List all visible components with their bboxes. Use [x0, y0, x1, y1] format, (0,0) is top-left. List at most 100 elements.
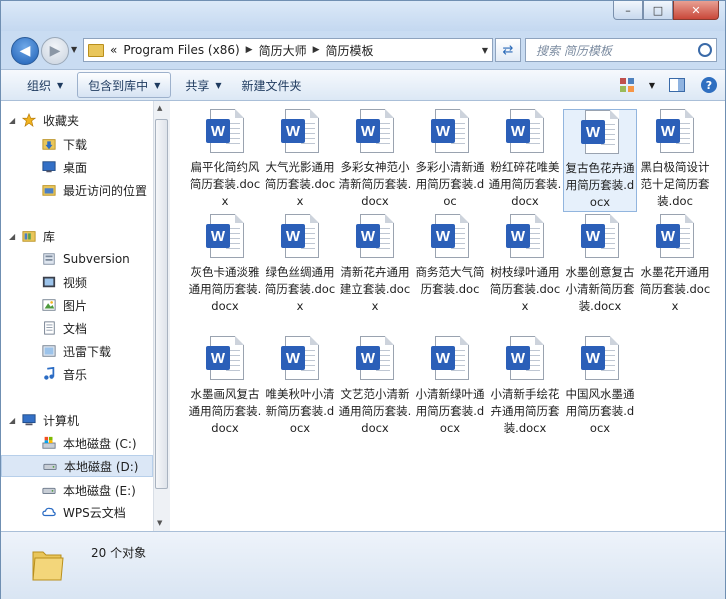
file-name: 多彩小清新通用简历套装.doc — [415, 160, 485, 208]
file-name: 黑白极简设计范十足简历套装.doc — [640, 160, 710, 208]
expand-icon[interactable]: ◢ — [9, 416, 21, 425]
sidebar-item-libraries[interactable]: ◢ 库 — [1, 225, 153, 247]
recent-pages-dropdown[interactable]: ▼ — [71, 45, 77, 54]
word-document-icon: W — [281, 109, 319, 153]
file-item[interactable]: W 清新花卉通用建立套装.docx — [338, 214, 412, 315]
file-item[interactable]: W 小清新绿叶通用简历套装.docx — [413, 336, 487, 437]
chevron-right-icon[interactable]: ▶ — [246, 45, 253, 55]
word-document-icon: W — [206, 214, 244, 258]
sidebar-item-desktop[interactable]: 桌面 — [1, 156, 153, 178]
chevron-right-icon[interactable]: ▶ — [313, 45, 320, 55]
sidebar-item-favorites[interactable]: ◢ 收藏夹 — [1, 109, 153, 131]
scroll-down-icon[interactable]: ▼ — [157, 519, 162, 527]
expand-icon[interactable]: ◢ — [9, 116, 21, 125]
file-name: 粉红碎花唯美通用简历套装.docx — [488, 160, 562, 208]
file-item[interactable]: W 多彩女神范小清新简历套装.docx — [338, 109, 412, 210]
sidebar-item-subversion[interactable]: Subversion — [1, 248, 153, 270]
file-item[interactable]: W 中国风水墨通用简历套装.docx — [563, 336, 637, 437]
organize-button[interactable]: 组织 ▼ — [1, 73, 73, 97]
breadcrumb-jianli-moban[interactable]: 简历模板 — [326, 42, 374, 59]
sidebar-item-pictures[interactable]: 图片 — [1, 294, 153, 316]
file-list: W 扁平化简约风简历套装.docx W 大气光影通用简历套装.docx W 多彩女神范小清… — [170, 101, 725, 531]
file-item[interactable]: W 灰色卡通淡雅通用简历套装.docx — [188, 214, 262, 315]
minimize-button[interactable]: – — [613, 1, 643, 20]
file-item[interactable]: W 复古色花卉通用简历套装.docx — [563, 109, 637, 212]
chevron-down-icon: ▼ — [57, 80, 64, 90]
file-name: 清新花卉通用建立套装.docx — [339, 265, 411, 313]
change-view-button[interactable] — [614, 74, 640, 96]
file-item[interactable]: W 水墨画风复古通用简历套装.docx — [188, 336, 262, 437]
include-library-label: 包含到库中 — [88, 78, 149, 93]
file-item[interactable]: W 黑白极简设计范十足简历套装.doc — [638, 109, 712, 210]
breadcrumb-jianli-dashi[interactable]: 简历大师 — [259, 42, 307, 59]
sidebar-item-videos[interactable]: 视频 — [1, 271, 153, 293]
address-bar[interactable]: « Program Files (x86) ▶ 简历大师 ▶ 简历模板 ▼ — [83, 38, 493, 62]
share-button[interactable]: 共享 ▼ — [175, 73, 231, 97]
sidebar-item-computer[interactable]: ◢ 计算机 — [1, 409, 153, 431]
sidebar-item-recent-places[interactable]: 最近访问的位置 — [1, 179, 153, 201]
sidebar-item-label: 音乐 — [63, 367, 88, 382]
scroll-up-icon[interactable]: ▲ — [157, 104, 162, 112]
system-drive-icon — [42, 436, 56, 449]
file-item[interactable]: W 扁平化简约风简历套装.docx — [188, 109, 262, 210]
sidebar-scrollbar[interactable]: ▲ ▼ — [153, 101, 170, 531]
forward-button[interactable]: ▶ — [41, 37, 69, 65]
view-icon — [620, 78, 634, 92]
sidebar-item-wps-cloud[interactable]: WPS云文档 — [1, 501, 153, 523]
file-item[interactable]: W 唯美秋叶小清新简历套装.docx — [263, 336, 337, 437]
word-document-icon: W — [431, 336, 469, 380]
file-item[interactable]: W 商务范大气简历套装.doc — [413, 214, 487, 298]
search-icon[interactable] — [698, 43, 712, 57]
preview-pane-icon — [669, 78, 685, 92]
file-item[interactable]: W 文艺范小清新通用简历套装.docx — [338, 336, 412, 437]
scrollbar-thumb[interactable] — [155, 119, 168, 489]
file-name: 水墨花开通用简历套装.docx — [639, 265, 711, 313]
file-item[interactable]: W 水墨花开通用简历套装.docx — [638, 214, 712, 315]
file-item[interactable]: W 绿色丝绸通用简历套装.docx — [263, 214, 337, 315]
sidebar-item-xunlei-downloads[interactable]: 迅雷下载 — [1, 340, 153, 362]
file-item[interactable]: W 树枝绿叶通用简历套装.docx — [488, 214, 562, 315]
sidebar-item-label: 桌面 — [63, 160, 88, 175]
cloud-icon — [42, 507, 56, 517]
file-name: 唯美秋叶小清新简历套装.docx — [265, 387, 335, 435]
help-icon: ? — [701, 77, 717, 93]
search-input[interactable]: 搜索 简历模板 — [525, 38, 717, 62]
title-bar: – □ ✕ — [1, 1, 725, 31]
maximize-button[interactable]: □ — [643, 1, 673, 20]
breadcrumb-program-files[interactable]: Program Files (x86) — [123, 43, 239, 57]
file-item[interactable]: W 水墨创意复古小清新简历套装.docx — [563, 214, 637, 315]
word-document-icon: W — [431, 214, 469, 258]
word-document-icon: W — [206, 336, 244, 380]
details-pane: 20 个对象 — [1, 531, 725, 599]
close-button[interactable]: ✕ — [673, 1, 719, 20]
sidebar-item-documents[interactable]: 文档 — [1, 317, 153, 339]
file-item[interactable]: W 小清新手绘花卉通用简历套装.docx — [488, 336, 562, 437]
sidebar-item-disk-c[interactable]: 本地磁盘 (C:) — [1, 432, 153, 454]
new-folder-button[interactable]: 新建文件夹 — [232, 73, 312, 97]
address-dropdown-icon[interactable]: ▼ — [482, 46, 488, 55]
sidebar-item-label: 本地磁盘 (E:) — [63, 483, 136, 498]
preview-pane-button[interactable] — [664, 74, 690, 96]
sidebar-item-disk-e[interactable]: 本地磁盘 (E:) — [1, 479, 153, 501]
file-item[interactable]: W 多彩小清新通用简历套装.doc — [413, 109, 487, 210]
view-options-dropdown[interactable]: ▼ — [646, 74, 658, 96]
library-icon — [22, 231, 36, 242]
expand-icon[interactable]: ◢ — [9, 232, 21, 241]
sidebar-item-disk-d[interactable]: 本地磁盘 (D:) — [1, 455, 153, 477]
refresh-button[interactable]: ⇄ — [495, 38, 521, 62]
file-name: 小清新手绘花卉通用简历套装.docx — [490, 387, 560, 435]
help-button[interactable]: ? — [696, 74, 722, 96]
back-button[interactable]: ◀ — [11, 37, 39, 65]
sidebar-item-label: 本地磁盘 (C:) — [63, 436, 137, 451]
breadcrumb-overflow[interactable]: « — [110, 43, 117, 57]
sidebar-item-downloads[interactable]: 下载 — [1, 133, 153, 155]
include-in-library-button[interactable]: 包含到库中 ▼ — [77, 72, 172, 98]
word-document-icon: W — [656, 214, 694, 258]
file-item[interactable]: W 粉红碎花唯美通用简历套装.docx — [488, 109, 562, 210]
file-name: 小清新绿叶通用简历套装.docx — [415, 387, 485, 435]
file-item[interactable]: W 大气光影通用简历套装.docx — [263, 109, 337, 210]
word-document-icon: W — [581, 110, 619, 154]
sidebar-item-music[interactable]: 音乐 — [1, 363, 153, 385]
documents-icon — [44, 321, 55, 335]
word-document-icon: W — [206, 109, 244, 153]
